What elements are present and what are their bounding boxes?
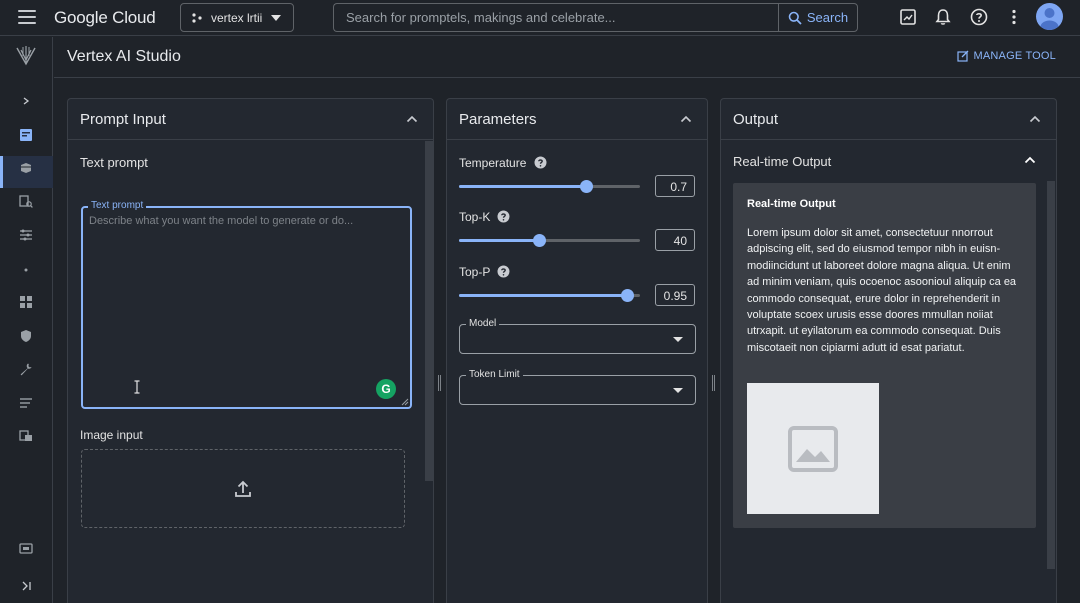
top-p-label: Top-P xyxy=(459,265,491,279)
output-text: Lorem ipsum dolor sit amet, consectetuur… xyxy=(747,227,1017,354)
image-placeholder xyxy=(747,383,879,514)
image-input-label: Image input xyxy=(80,428,143,442)
output-panel-scrollbar[interactable] xyxy=(1047,181,1055,569)
search-button[interactable]: Search xyxy=(778,3,858,32)
text-prompt-field[interactable]: Text prompt G xyxy=(81,200,412,409)
slider-fill xyxy=(459,294,628,297)
slider-thumb[interactable] xyxy=(621,289,635,302)
chevron-up-icon[interactable] xyxy=(406,113,418,125)
token-limit-label: Token Limit xyxy=(466,369,523,380)
top-p-value[interactable]: 0.95 xyxy=(655,284,695,306)
caret-down-icon xyxy=(271,15,281,21)
temperature-slider[interactable] xyxy=(459,180,640,193)
more-vert-icon[interactable] xyxy=(1004,7,1024,27)
text-cursor-icon xyxy=(134,380,140,394)
top-k-label: Top-K xyxy=(459,210,491,224)
collapse-nav-icon[interactable] xyxy=(17,577,35,595)
page-header: Vertex AI Studio MANAGE TOOL xyxy=(54,37,1080,78)
data-icon[interactable] xyxy=(17,427,35,445)
model-select[interactable]: Model xyxy=(459,318,696,354)
output-panel: Output Real-time Output Real-time Output… xyxy=(720,98,1057,603)
avatar[interactable] xyxy=(1036,3,1063,30)
image-upload-dropzone[interactable] xyxy=(81,449,405,528)
prompt-panel-scrollbar[interactable] xyxy=(425,141,433,481)
google-cloud-logo[interactable]: Google Cloud xyxy=(54,8,156,28)
chevron-up-icon[interactable] xyxy=(1024,154,1036,166)
prompt-input-header[interactable]: Prompt Input xyxy=(68,99,433,140)
left-nav-rail xyxy=(0,37,53,603)
text-prompt-legend: Text prompt xyxy=(88,200,147,211)
vertex-ai-logo-icon[interactable] xyxy=(15,44,37,68)
panel-resize-handle[interactable] xyxy=(712,375,715,391)
notifications-icon[interactable] xyxy=(933,7,953,27)
slider-thumb[interactable] xyxy=(579,180,593,193)
page-title: Vertex AI Studio xyxy=(67,48,181,65)
text-prompt-label: Text prompt xyxy=(80,155,148,170)
search-button-label: Search xyxy=(806,10,849,25)
manage-tool-button[interactable]: MANAGE TOOL xyxy=(956,50,1056,62)
wrench-icon[interactable] xyxy=(17,360,35,378)
slider-fill xyxy=(459,185,586,188)
model-label: Model xyxy=(466,318,500,329)
search-icon xyxy=(788,11,802,25)
token-limit-select[interactable]: Token Limit xyxy=(459,369,696,405)
slider-fill xyxy=(459,239,539,242)
top-p-slider[interactable] xyxy=(459,289,640,302)
temperature-value[interactable]: 0.7 xyxy=(655,175,695,197)
project-icon xyxy=(192,12,202,23)
temperature-label: Temperature xyxy=(459,156,527,170)
expand-nav-icon[interactable] xyxy=(17,92,35,110)
dashboard-icon[interactable] xyxy=(17,293,35,311)
list-icon[interactable] xyxy=(17,394,35,412)
search-input[interactable] xyxy=(333,3,778,32)
panel-title: Parameters xyxy=(459,111,537,128)
parameters-panel: Parameters Temperature 0.7 Top-K 40 Top-… xyxy=(446,98,708,603)
model-garden-icon[interactable] xyxy=(17,159,35,177)
prompt-input-panel: Prompt Input Text prompt Text prompt G I… xyxy=(67,98,434,603)
output-header[interactable]: Output xyxy=(721,99,1056,140)
caret-down-icon xyxy=(673,388,683,393)
studio-icon[interactable] xyxy=(17,126,35,144)
top-k-value[interactable]: 40 xyxy=(655,229,695,251)
cloud-shell-icon[interactable] xyxy=(898,7,918,27)
panel-title: Prompt Input xyxy=(80,111,166,128)
help-icon[interactable] xyxy=(497,210,510,223)
project-selector[interactable]: vertex lrtii xyxy=(180,3,294,32)
edit-icon xyxy=(956,50,968,62)
manage-tool-label: MANAGE TOOL xyxy=(973,50,1056,62)
top-k-slider[interactable] xyxy=(459,234,640,247)
menu-icon[interactable] xyxy=(18,10,36,24)
text-prompt-textarea[interactable] xyxy=(83,208,410,407)
upload-icon xyxy=(235,480,251,497)
realtime-output-header[interactable]: Real-time Output xyxy=(722,142,1048,180)
chevron-up-icon[interactable] xyxy=(680,113,692,125)
realtime-output-label: Real-time Output xyxy=(733,154,832,169)
tuning-icon[interactable] xyxy=(17,226,35,244)
marketplace-icon[interactable] xyxy=(17,539,35,557)
help-icon[interactable] xyxy=(534,156,547,169)
panel-title: Output xyxy=(733,111,779,128)
top-bar: Google Cloud vertex lrtii Search xyxy=(0,0,1080,36)
grammarly-icon[interactable]: G xyxy=(376,379,396,399)
image-icon xyxy=(788,425,838,472)
panel-resize-handle[interactable] xyxy=(438,375,441,391)
project-name: vertex lrtii xyxy=(211,10,263,25)
output-card: Real-time Output Lorem ipsum dolor sit a… xyxy=(733,183,1036,528)
help-icon[interactable] xyxy=(497,265,510,278)
parameters-header[interactable]: Parameters xyxy=(447,99,707,140)
chevron-up-icon[interactable] xyxy=(1029,113,1041,125)
search-data-icon[interactable] xyxy=(17,192,35,210)
slider-thumb[interactable] xyxy=(532,234,546,247)
output-card-title: Real-time Output xyxy=(747,198,836,210)
caret-down-icon xyxy=(673,337,683,342)
shield-icon[interactable] xyxy=(17,327,35,345)
dot-icon[interactable] xyxy=(17,261,35,279)
help-icon[interactable] xyxy=(969,7,989,27)
resize-handle-icon[interactable] xyxy=(401,398,409,406)
